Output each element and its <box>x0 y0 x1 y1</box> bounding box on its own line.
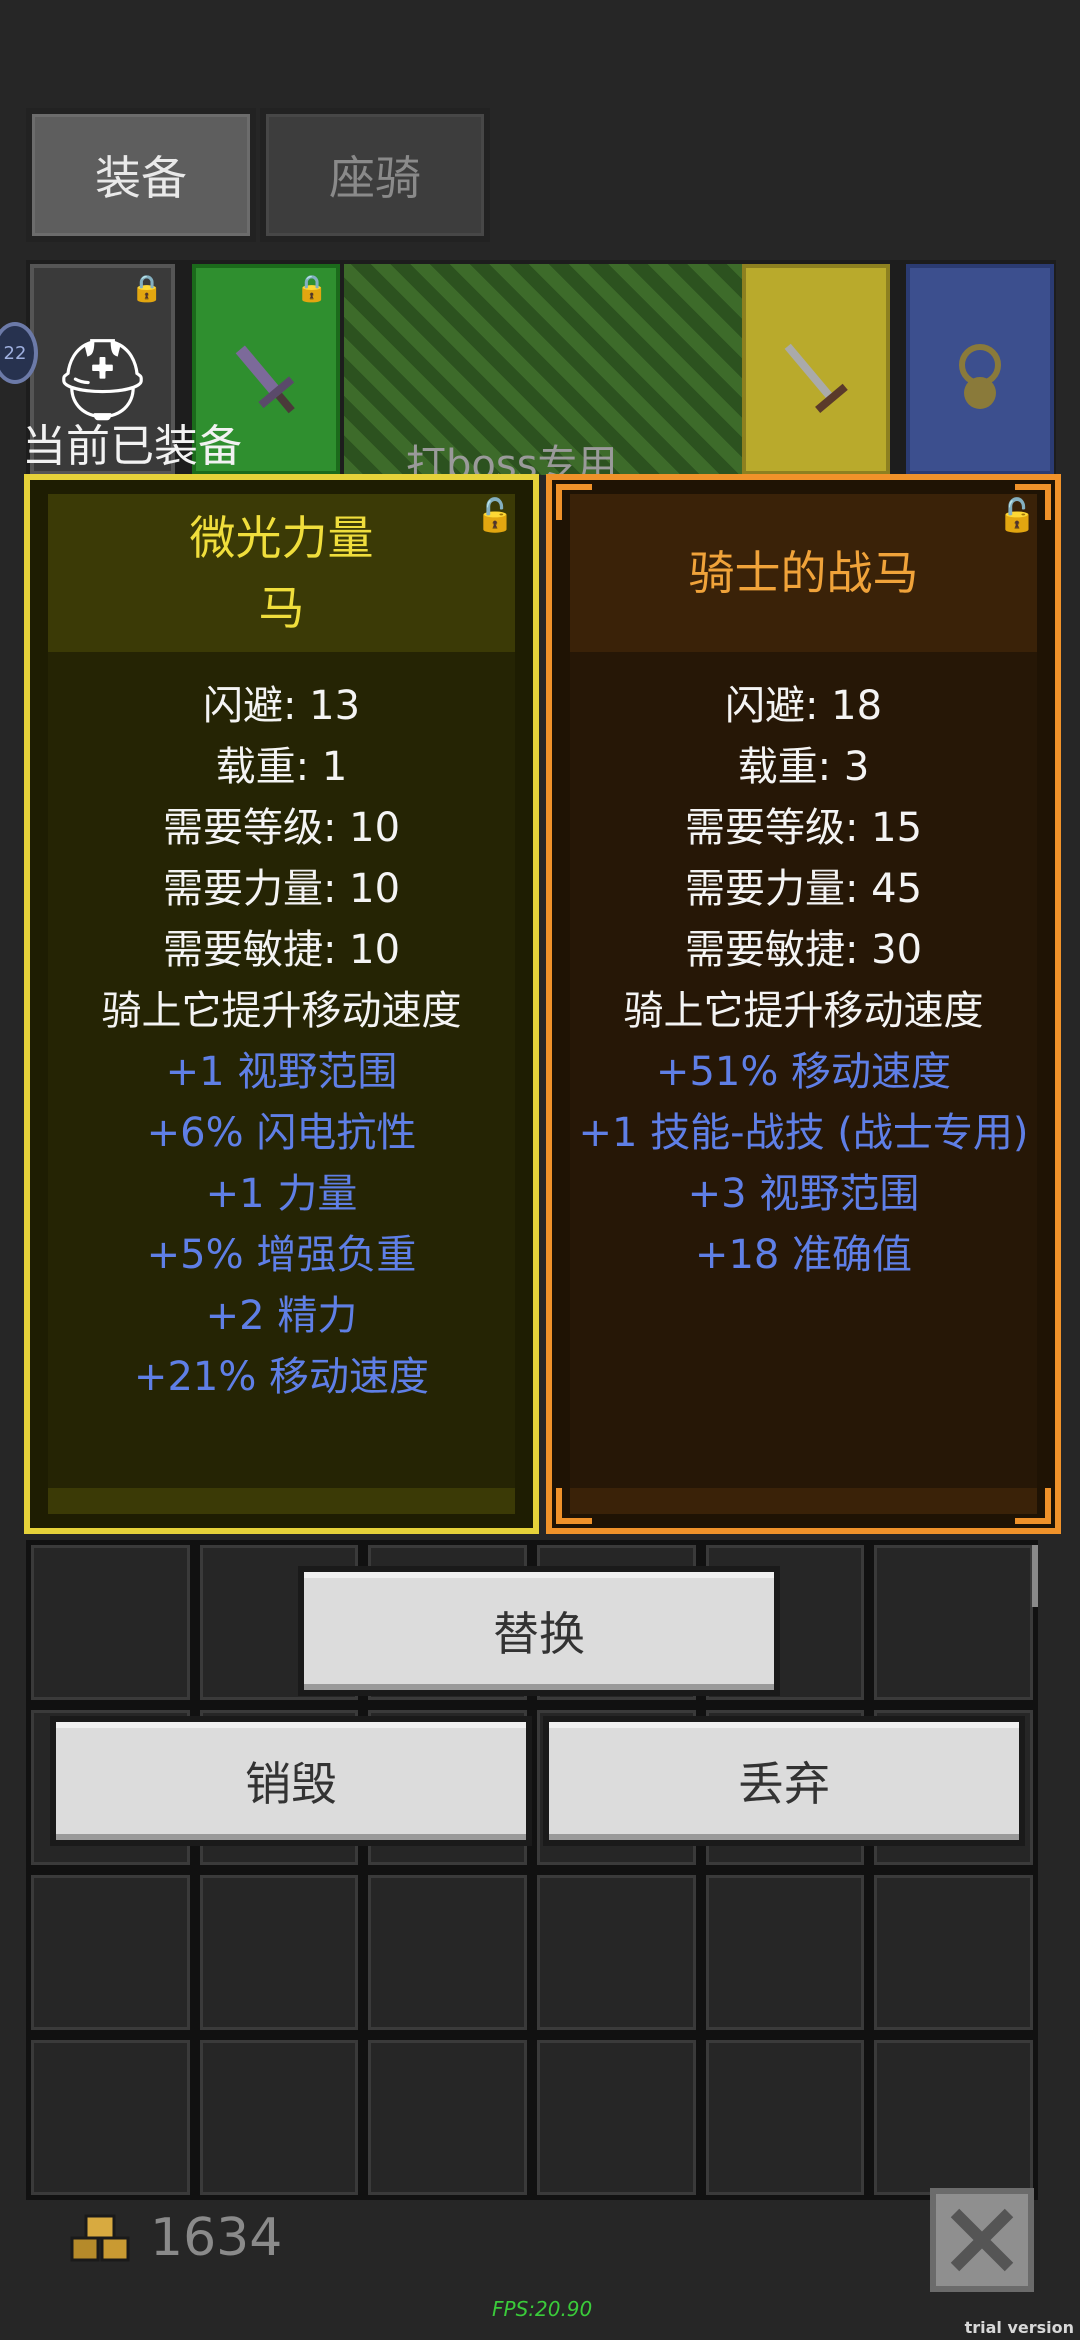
base-stat: 需要敏捷: 10 <box>162 927 401 973</box>
boss-tag-label: 打boss专用 <box>406 442 618 475</box>
base-stat: 骑上它提升移动速度 <box>101 988 462 1034</box>
replace-button[interactable]: 替换 <box>298 1566 780 1696</box>
bonus-stat: +1 视野范围 <box>165 1049 398 1095</box>
inventory-cell[interactable] <box>26 1870 195 2035</box>
base-stat: 需要力量: 45 <box>684 866 923 912</box>
bonus-stat: +21% 移动速度 <box>133 1354 430 1400</box>
gold-amount: 1634 <box>150 2208 283 2268</box>
inventory-cell[interactable] <box>26 1540 195 1705</box>
lock-icon: 🔒 <box>295 274 328 304</box>
unlock-icon[interactable]: 🔓 <box>997 496 1037 534</box>
current-item-footer <box>48 1488 515 1514</box>
new-item-stats: 闪避: 18 载重: 3 需要等级: 15 需要力量: 45 需要敏捷: 30 骑上它提升… <box>552 676 1055 1286</box>
base-stat: 载重: 3 <box>737 744 870 790</box>
inventory-cell[interactable] <box>194 2035 364 2200</box>
inventory-cell[interactable] <box>869 1870 1038 2035</box>
base-stat: 需要力量: 10 <box>162 866 401 912</box>
inventory-cell[interactable] <box>700 1870 870 2035</box>
gold-icon <box>70 2214 130 2262</box>
discard-button[interactable]: 丢弃 <box>543 1716 1025 1846</box>
inventory-cell[interactable] <box>532 2035 701 2200</box>
base-stat: 闪避: 18 <box>724 683 883 729</box>
inventory-screen: 装备 座骑 🔒 ⛑ 🔒 打boss专用 22 当前已装备 微光力量 马 🔓 闪避… <box>0 0 1080 2340</box>
current-item-header: 微光力量 马 <box>48 494 515 652</box>
inventory-cell[interactable] <box>194 1870 364 2035</box>
inventory-cell[interactable] <box>869 1540 1038 1705</box>
bonus-stat: +18 准确值 <box>694 1232 913 1278</box>
close-button[interactable] <box>930 2188 1034 2292</box>
bonus-stat: +1 技能-战技 (战士专用) <box>578 1110 1029 1156</box>
inventory-cell[interactable] <box>532 1870 701 2035</box>
inventory-cell[interactable] <box>363 2035 532 2200</box>
trial-label: trial version <box>964 2318 1074 2337</box>
bonus-stat: +51% 移动速度 <box>655 1049 952 1095</box>
new-item-name: 骑士的战马 <box>688 546 919 600</box>
inventory-cell[interactable] <box>869 2035 1038 2200</box>
base-stat: 需要敏捷: 30 <box>684 927 923 973</box>
lock-icon: 🔒 <box>130 274 163 304</box>
inventory-cell[interactable] <box>26 2035 195 2200</box>
base-stat: 骑上它提升移动速度 <box>623 988 984 1034</box>
equip-slot-amulet[interactable] <box>906 264 1054 475</box>
base-stat: 闪避: 13 <box>202 683 361 729</box>
equipped-label: 当前已装备 <box>22 421 242 472</box>
bonus-stat: +5% 增强负重 <box>146 1232 417 1278</box>
fps-counter: FPS:20.90 <box>492 2297 593 2321</box>
inventory-cell[interactable] <box>363 1870 532 2035</box>
base-stat: 载重: 1 <box>215 744 348 790</box>
new-item-footer <box>570 1488 1037 1514</box>
current-item-name: 微光力量 <box>189 511 374 565</box>
new-item-card: 骑士的战马 🔓 闪避: 18 载重: 3 需要等级: 15 需要力量: 45 需要敏捷:… <box>546 474 1061 1534</box>
inventory-scrollbar[interactable] <box>1032 1545 1038 1607</box>
equip-slot-offhand[interactable] <box>742 264 890 475</box>
new-item-header: 骑士的战马 <box>570 494 1037 652</box>
bonus-stat: +1 力量 <box>205 1171 358 1217</box>
tab-mount[interactable]: 座骑 <box>260 108 490 242</box>
unlock-icon[interactable]: 🔓 <box>475 496 515 534</box>
destroy-button[interactable]: 销毁 <box>50 1716 532 1846</box>
base-stat: 需要等级: 10 <box>162 805 401 851</box>
current-item-stats: 闪避: 13 载重: 1 需要等级: 10 需要力量: 10 需要敏捷: 10 骑上它提升… <box>30 676 533 1408</box>
close-icon <box>950 2208 1014 2272</box>
bonus-stat: +6% 闪电抗性 <box>146 1110 417 1156</box>
tab-equipment[interactable]: 装备 <box>26 108 256 242</box>
amulet-icon <box>959 343 1001 409</box>
current-item-name-line2: 马 <box>258 581 305 635</box>
base-stat: 需要等级: 15 <box>684 805 923 851</box>
bonus-stat: +3 视野范围 <box>687 1171 920 1217</box>
sword-icon <box>784 343 848 413</box>
inventory-cell[interactable] <box>700 2035 870 2200</box>
bonus-stat: +2 精力 <box>205 1293 358 1339</box>
current-item-card: 微光力量 马 🔓 闪避: 13 载重: 1 需要等级: 10 需要力量: 10 需要敏捷… <box>24 474 539 1534</box>
